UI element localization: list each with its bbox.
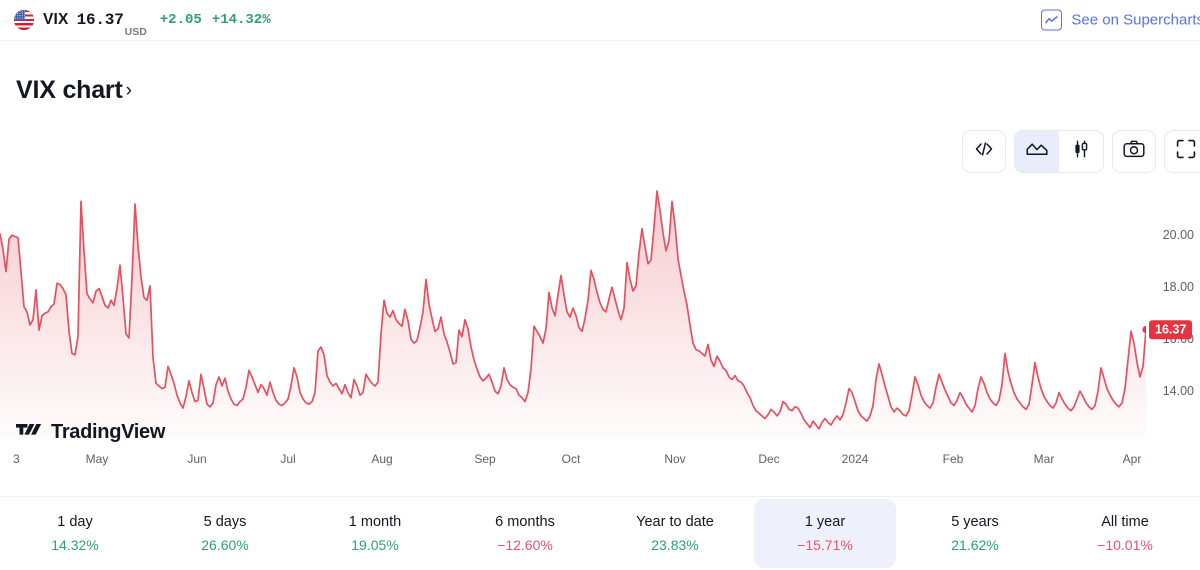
tradingview-wordmark: TradingView <box>51 421 166 443</box>
camera-icon <box>1123 140 1145 163</box>
current-price-badge: 16.37 <box>1149 319 1193 340</box>
time-axis-tick: Aug <box>371 452 393 466</box>
candlestick-chart-button[interactable] <box>1059 131 1103 172</box>
performance-period-label: 5 days <box>203 514 247 530</box>
performance-period-label: 5 years <box>951 514 999 530</box>
performance-row: 1 day 14.32% 5 days 26.60% 1 month 19.05% 6 mo… <box>0 496 1200 570</box>
performance-period-label: All time <box>1101 514 1149 530</box>
snapshot-button[interactable] <box>1112 130 1156 173</box>
price-plot[interactable] <box>0 178 1146 438</box>
price-scale[interactable]: 20.0018.0016.0014.00 16.37 <box>1146 178 1200 450</box>
time-axis-tick: Feb <box>942 452 964 466</box>
time-axis-tick: Nov <box>664 452 686 466</box>
time-axis-tick: 2024 <box>841 452 869 466</box>
performance-period-5-days[interactable]: 5 days 26.60% <box>154 499 296 568</box>
performance-period-value: 14.32% <box>51 537 99 553</box>
us-flag-icon <box>14 10 34 30</box>
performance-period-value: −10.01% <box>1097 537 1153 553</box>
chart-area: 20.0018.0016.0014.00 16.37 <box>0 178 1200 450</box>
candlestick-icon <box>1072 140 1090 163</box>
time-axis[interactable]: 3 May Jun Jul Aug Sep Oct Nov Dec 2024 Feb Mar Apr <box>0 452 1200 478</box>
tradingview-logo-icon <box>16 424 44 441</box>
performance-period-value: 26.60% <box>201 537 249 553</box>
performance-period-label: 6 months <box>495 514 555 530</box>
fullscreen-icon <box>1176 139 1196 164</box>
time-axis-tick: Jun <box>187 452 207 466</box>
performance-period-value: −15.71% <box>797 537 853 553</box>
price-axis-tick: 18.00 <box>1162 280 1194 295</box>
code-brackets-icon <box>974 141 994 162</box>
performance-period-label: 1 day <box>57 514 93 530</box>
time-axis-tick: Dec <box>758 452 780 466</box>
area-fill <box>0 191 1146 438</box>
symbol-price: 16.37 <box>76 11 124 29</box>
performance-period-value: 21.62% <box>951 537 999 553</box>
performance-period-1-year[interactable]: 1 year −15.71% <box>754 499 896 568</box>
chevron-right-icon: › <box>125 80 132 101</box>
see-on-supercharts-link[interactable]: See on Supercharts <box>1041 9 1200 31</box>
time-axis-tick: Apr <box>1122 452 1142 466</box>
area-chart-button[interactable] <box>1015 131 1059 172</box>
tradingview-watermark: TradingView <box>16 421 165 444</box>
area-chart-icon <box>1026 141 1048 163</box>
see-on-supercharts-label: See on Supercharts <box>1071 11 1200 29</box>
embed-code-button[interactable] <box>962 130 1006 173</box>
symbol-ticker: VIX <box>43 11 69 28</box>
chart-title-link[interactable]: VIX chart › <box>16 76 132 105</box>
symbol-change-absolute: +2.05 <box>159 12 202 28</box>
performance-period-all-time[interactable]: All time −10.01% <box>1054 499 1196 568</box>
performance-period-value: 19.05% <box>351 537 399 553</box>
price-axis-tick: 20.00 <box>1162 228 1194 243</box>
symbol-change-percent: +14.32% <box>211 12 271 28</box>
time-axis-tick: Oct <box>561 452 581 466</box>
performance-period-5-years[interactable]: 5 years 21.62% <box>904 499 1046 568</box>
performance-period-label: Year to date <box>636 514 714 530</box>
price-axis-tick: 14.00 <box>1162 384 1194 399</box>
fullscreen-button[interactable] <box>1164 130 1200 173</box>
performance-period-label: 1 year <box>804 514 846 530</box>
vix-chart-widget: VIX 16.37 USD +2.05 +14.32% See on Super… <box>0 0 1200 570</box>
supercharts-wave-icon <box>1041 9 1063 31</box>
chart-type-group <box>1014 130 1104 173</box>
time-axis-tick: Sep <box>474 452 496 466</box>
time-axis-tick: Jul <box>280 452 296 466</box>
time-axis-tick: 3 <box>13 452 20 466</box>
performance-period-1-day[interactable]: 1 day 14.32% <box>4 499 146 568</box>
symbol-currency: USD <box>124 26 147 38</box>
page-title: VIX chart <box>16 76 123 104</box>
quote-bar: VIX 16.37 USD +2.05 +14.32% See on Super… <box>0 0 1200 41</box>
performance-period-6-months[interactable]: 6 months −12.60% <box>454 499 596 568</box>
time-axis-tick: Mar <box>1033 452 1055 466</box>
time-axis-tick: May <box>85 452 109 466</box>
chart-toolbar <box>962 130 1200 173</box>
performance-period-value: 23.83% <box>651 537 699 553</box>
performance-period-year-to-date[interactable]: Year to date 23.83% <box>604 499 746 568</box>
performance-period-label: 1 month <box>348 514 402 530</box>
performance-period-1-month[interactable]: 1 month 19.05% <box>304 499 446 568</box>
performance-period-value: −12.60% <box>497 537 553 553</box>
